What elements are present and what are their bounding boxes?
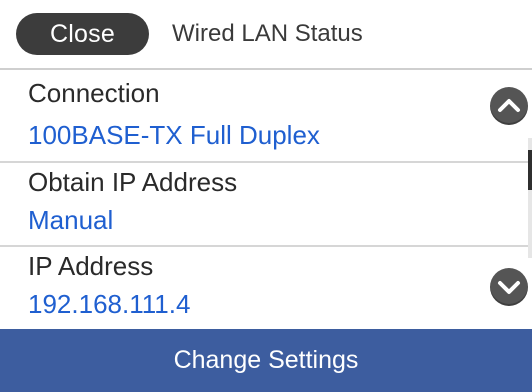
close-button[interactable]: Close xyxy=(16,13,149,55)
row-value-ip-address: 192.168.111.4 xyxy=(28,289,191,319)
scroll-down-button[interactable] xyxy=(490,268,528,306)
list-item-obtain-ip[interactable]: Obtain IP Address Manual xyxy=(0,163,532,243)
row-label-connection: Connection xyxy=(28,78,160,108)
chevron-up-icon xyxy=(498,99,520,112)
header-bar: Close Wired LAN Status xyxy=(0,0,532,66)
list-item-ip-address[interactable]: IP Address 192.168.111.4 xyxy=(0,247,532,329)
list-item-connection: Connection 100BASE-TX Full Duplex xyxy=(0,70,532,160)
row-label-obtain-ip: Obtain IP Address xyxy=(28,167,238,197)
scroll-up-button[interactable] xyxy=(490,87,528,125)
chevron-down-icon xyxy=(498,281,520,294)
row-label-ip-address: IP Address xyxy=(28,251,154,281)
row-value-obtain-ip: Manual xyxy=(28,205,114,235)
row-value-connection: 100BASE-TX Full Duplex xyxy=(28,120,320,150)
scrollbar-thumb[interactable] xyxy=(528,150,532,190)
wired-lan-status-screen: Close Wired LAN Status Connection 100BAS… xyxy=(0,0,532,392)
page-title: Wired LAN Status xyxy=(172,20,363,47)
change-settings-button[interactable]: Change Settings xyxy=(0,329,532,392)
